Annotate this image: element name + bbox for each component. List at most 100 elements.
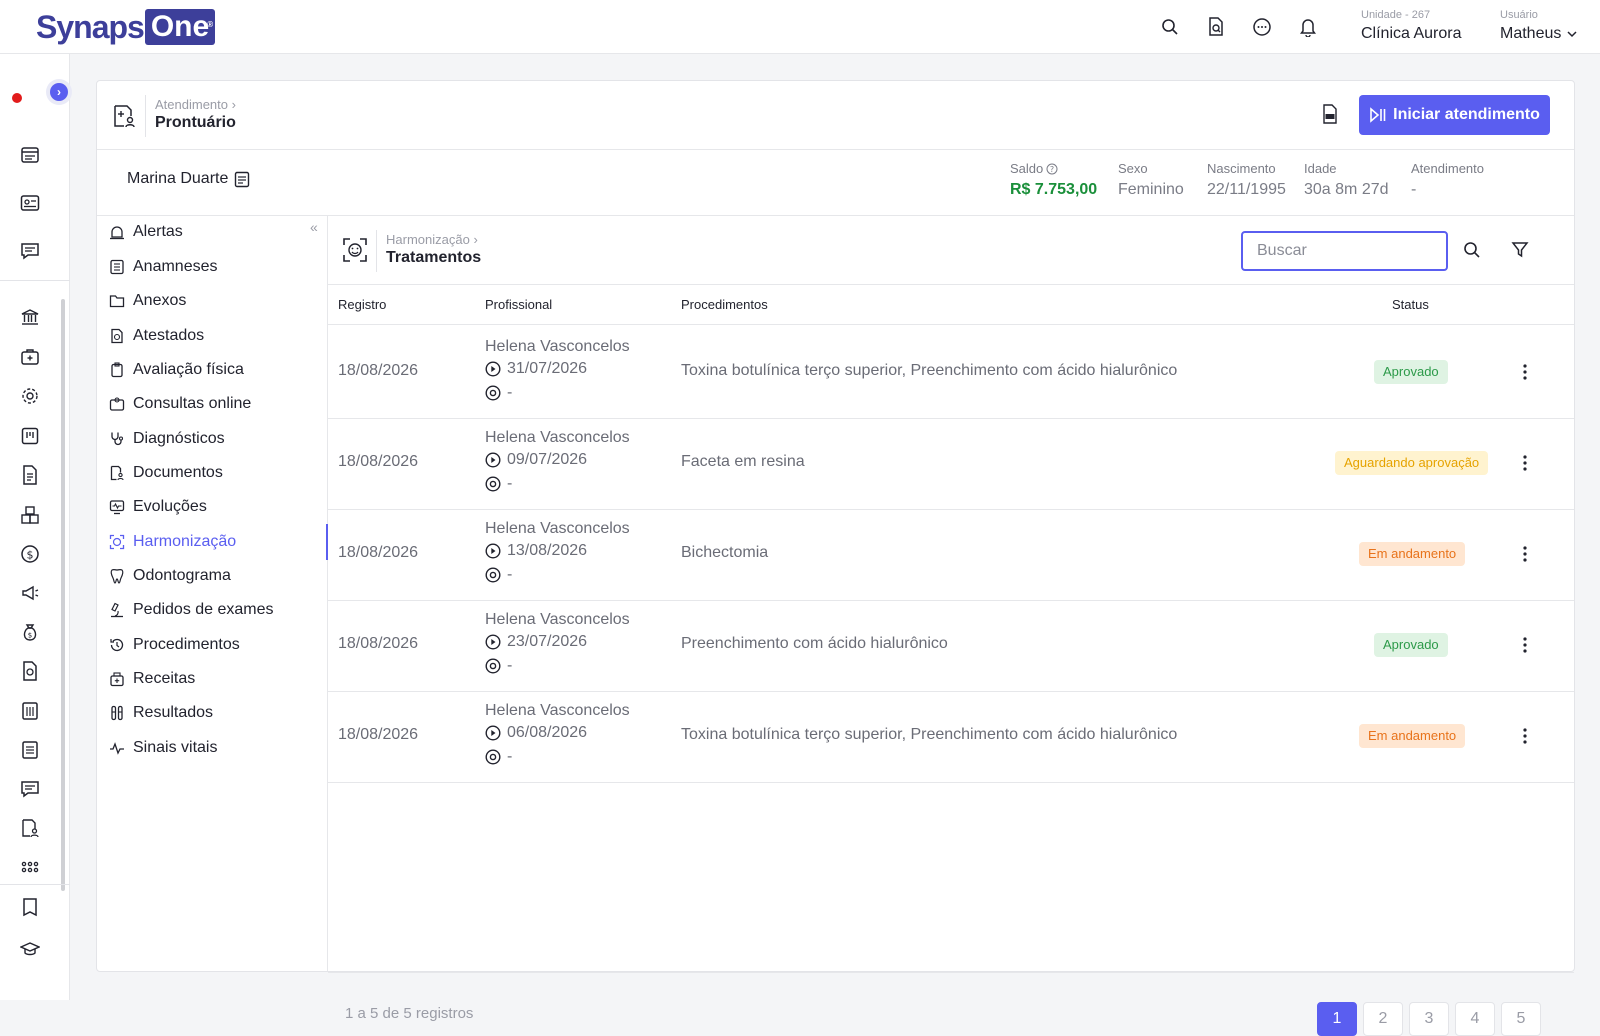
menu-item-receitas[interactable]: Receitas [109, 666, 195, 692]
menu-item-pedidos-de-exames[interactable]: Pedidos de exames [109, 597, 274, 623]
menu-item-label: Consultas online [133, 395, 252, 412]
board-icon[interactable] [19, 425, 41, 447]
end-date: - [485, 475, 512, 493]
recording-indicator [12, 93, 22, 103]
menu-item-resultados[interactable]: Resultados [109, 700, 213, 726]
page-button-4[interactable]: 4 [1455, 1002, 1495, 1036]
calendar-icon[interactable] [19, 144, 41, 166]
bell-icon[interactable] [1298, 16, 1318, 38]
apps-icon[interactable] [19, 856, 41, 878]
user-menu[interactable]: Usuário Matheus [1500, 9, 1577, 43]
bank-icon[interactable] [19, 306, 41, 328]
menu-item-alertas[interactable]: Alertas [109, 219, 183, 245]
page-button-1[interactable]: 1 [1317, 1002, 1357, 1036]
gear-icon[interactable] [19, 385, 41, 407]
menu-item-label: Harmonização [133, 533, 237, 550]
column-procedimentos[interactable]: Procedimentos [681, 297, 768, 312]
building-icon[interactable] [19, 700, 41, 722]
start-date-value: 13/08/2026 [507, 542, 588, 559]
rail-scrollbar[interactable] [61, 299, 65, 891]
cell-profissional: Helena Vasconcelos [485, 520, 630, 537]
chat-icon[interactable] [1252, 16, 1272, 38]
table-row[interactable]: 18/08/2026 Helena Vasconcelos 13/08/2026 - B… [328, 508, 1574, 601]
cell-registro: 18/08/2026 [338, 635, 419, 652]
page-button-5[interactable]: 5 [1501, 1002, 1541, 1036]
balance-label: Saldo [1010, 161, 1044, 176]
birth-field: Nascimento 22/11/1995 [1207, 161, 1286, 199]
page-button-2[interactable]: 2 [1363, 1002, 1403, 1036]
menu-item-avaliacao-fisica[interactable]: Avaliação física [109, 357, 244, 383]
menu-item-consultas-online[interactable]: Consultas online [109, 391, 251, 417]
menu-item-label: Evoluções [133, 498, 207, 515]
ledger-icon[interactable] [19, 739, 41, 761]
menu-item-sinais-vitais[interactable]: Sinais vitais [109, 735, 217, 761]
column-profissional[interactable]: Profissional [485, 297, 552, 312]
pdf-export-button[interactable] [1321, 104, 1341, 126]
dollar-icon[interactable]: $ [19, 543, 41, 565]
menu-item-anexos[interactable]: Anexos [109, 288, 186, 314]
page-button-3[interactable]: 3 [1409, 1002, 1449, 1036]
table-row[interactable]: 18/08/2026 Helena Vasconcelos 09/07/2026 - F… [328, 417, 1574, 510]
table-row[interactable]: 18/08/2026 Helena Vasconcelos 23/07/2026 - P… [328, 599, 1574, 692]
breadcrumb[interactable]: Harmonização › [386, 232, 478, 247]
table-row[interactable]: 18/08/2026 Helena Vasconcelos 06/08/2026 - T… [328, 690, 1574, 783]
notes-icon[interactable] [234, 171, 250, 188]
document-search-icon[interactable] [1206, 16, 1226, 38]
report-icon[interactable] [19, 660, 41, 682]
book-icon[interactable] [19, 896, 41, 918]
menu-item-atestados[interactable]: Atestados [109, 323, 204, 349]
patient-record-icon[interactable] [19, 817, 41, 839]
row-actions-button[interactable] [1520, 362, 1530, 382]
medical-kit-icon[interactable] [19, 346, 41, 368]
menu-item-anamneses[interactable]: Anamneses [109, 254, 218, 280]
menu-item-odontograma[interactable]: Odontograma [109, 563, 231, 589]
search-button[interactable] [1463, 241, 1483, 261]
row-actions-button[interactable] [1520, 726, 1530, 746]
boxes-icon[interactable] [19, 504, 41, 526]
breadcrumb-parent[interactable]: Harmonização [386, 232, 470, 247]
menu-item-label: Avaliação física [133, 361, 244, 378]
menu-item-harmonizacao[interactable]: Harmonização [109, 529, 236, 555]
sex-value: Feminino [1118, 181, 1184, 198]
menu-item-evolucoes[interactable]: Evoluções [109, 494, 207, 520]
treatments-header: Harmonização › Tratamentos [328, 216, 1574, 285]
birth-label: Nascimento [1207, 161, 1276, 176]
play-circle-icon [485, 543, 501, 559]
start-appointment-button[interactable]: Iniciar atendimento [1359, 95, 1550, 135]
file-text-icon[interactable] [19, 464, 41, 486]
graduation-cap-icon[interactable] [19, 938, 41, 960]
expand-sidebar-button[interactable]: › [46, 79, 72, 105]
status-badge: Aguardando aprovação [1335, 451, 1489, 475]
table-row[interactable]: 18/08/2026 Helena Vasconcelos 31/07/2026 - T… [328, 326, 1574, 419]
row-actions-button[interactable] [1520, 453, 1530, 473]
unit-selector[interactable]: Unidade - 267 Clínica Aurora [1361, 9, 1462, 43]
cell-procedimentos: Toxina botulínica terço superior, Preenc… [681, 362, 1178, 379]
menu-item-diagnosticos[interactable]: Diagnósticos [109, 426, 225, 452]
money-bag-icon[interactable]: $ [19, 621, 41, 643]
filter-icon [1511, 242, 1529, 258]
messages-icon[interactable] [19, 240, 41, 262]
filter-button[interactable] [1511, 241, 1531, 261]
search-icon[interactable] [1160, 16, 1180, 38]
list-icon [109, 259, 125, 275]
help-icon[interactable]: ? [1046, 163, 1058, 175]
row-actions-button[interactable] [1520, 635, 1530, 655]
chevron-right-icon: › [50, 83, 68, 101]
record-menu: « Alertas Anamneses Anexos Atestados Ava… [97, 216, 328, 971]
search-input[interactable] [1241, 231, 1448, 271]
id-card-icon[interactable] [19, 192, 41, 214]
column-status[interactable]: Status [1392, 297, 1429, 312]
menu-item-documentos[interactable]: Documentos [109, 460, 223, 486]
column-registro[interactable]: Registro [338, 297, 386, 312]
menu-item-procedimentos[interactable]: Procedimentos [109, 632, 240, 658]
synapsone-logo[interactable]: Synaps One ® [36, 8, 216, 46]
sex-field: Sexo Feminino [1118, 161, 1184, 199]
comment-icon[interactable] [19, 778, 41, 800]
breadcrumb[interactable]: Atendimento › [155, 97, 236, 112]
megaphone-icon[interactable] [19, 582, 41, 604]
breadcrumb-parent[interactable]: Atendimento [155, 97, 228, 112]
row-actions-button[interactable] [1520, 544, 1530, 564]
collapse-menu-icon[interactable]: « [310, 219, 318, 235]
logo-badge: One ® [144, 9, 216, 45]
cell-registro: 18/08/2026 [338, 453, 419, 470]
